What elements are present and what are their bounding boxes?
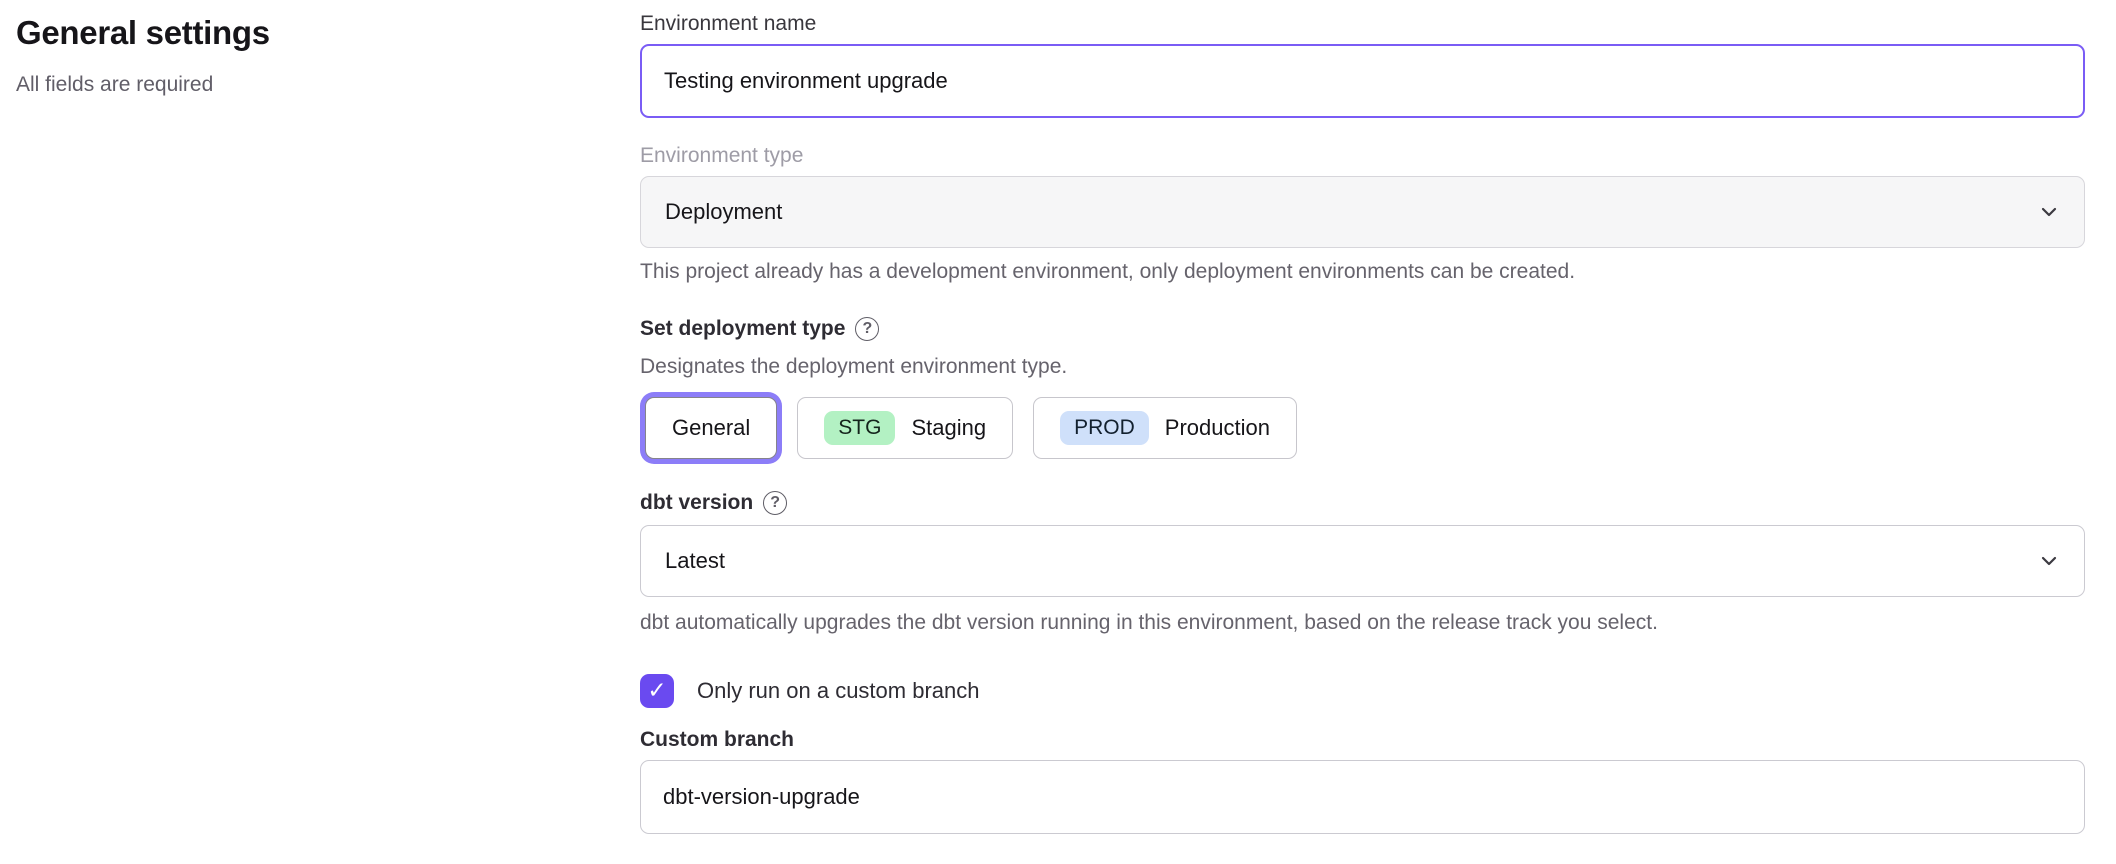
staging-badge: STG xyxy=(824,411,895,445)
deployment-type-option-production[interactable]: PROD Production xyxy=(1033,397,1297,459)
environment-name-label: Environment name xyxy=(640,12,2085,36)
custom-branch-checkbox-label[interactable]: Only run on a custom branch xyxy=(697,678,979,704)
dbt-version-label: dbt version xyxy=(640,491,753,515)
help-circle-icon[interactable]: ? xyxy=(855,317,879,341)
environment-type-help-text: This project already has a development e… xyxy=(640,258,2085,285)
custom-branch-label: Custom branch xyxy=(640,728,2085,752)
dbt-version-help-text: dbt automatically upgrades the dbt versi… xyxy=(640,609,2085,636)
dbt-version-select[interactable]: Latest xyxy=(640,525,2085,597)
deployment-type-option-production-label: Production xyxy=(1165,415,1270,441)
chevron-down-icon xyxy=(2038,201,2060,223)
environment-type-value: Deployment xyxy=(665,199,782,225)
environment-type-label: Environment type xyxy=(640,144,2085,168)
custom-branch-checkbox-row: ✓ Only run on a custom branch xyxy=(640,674,2085,708)
help-circle-icon[interactable]: ? xyxy=(763,491,787,515)
page-title: General settings xyxy=(16,12,576,53)
environment-settings-form: Environment name Environment type Deploy… xyxy=(640,12,2085,834)
deployment-type-option-general[interactable]: General xyxy=(645,397,777,459)
page-header: General settings All fields are required xyxy=(16,12,576,99)
deployment-type-option-staging[interactable]: STG Staging xyxy=(797,397,1013,459)
production-badge: PROD xyxy=(1060,411,1149,445)
checkmark-icon: ✓ xyxy=(647,677,666,704)
deployment-type-options: General STG Staging PROD Production xyxy=(640,397,2085,459)
custom-branch-checkbox[interactable]: ✓ xyxy=(640,674,674,708)
deployment-type-option-general-label: General xyxy=(672,415,750,441)
deployment-type-help-text: Designates the deployment environment ty… xyxy=(640,353,2085,380)
environment-type-select: Deployment xyxy=(640,176,2085,248)
custom-branch-input[interactable] xyxy=(640,760,2085,834)
deployment-type-label: Set deployment type xyxy=(640,317,845,341)
environment-name-input[interactable] xyxy=(640,44,2085,118)
chevron-down-icon xyxy=(2038,550,2060,572)
page-subtitle: All fields are required xyxy=(16,71,576,98)
general-settings-page: General settings All fields are required… xyxy=(0,0,2116,864)
dbt-version-value: Latest xyxy=(665,548,725,574)
deployment-type-option-staging-label: Staging xyxy=(911,415,986,441)
